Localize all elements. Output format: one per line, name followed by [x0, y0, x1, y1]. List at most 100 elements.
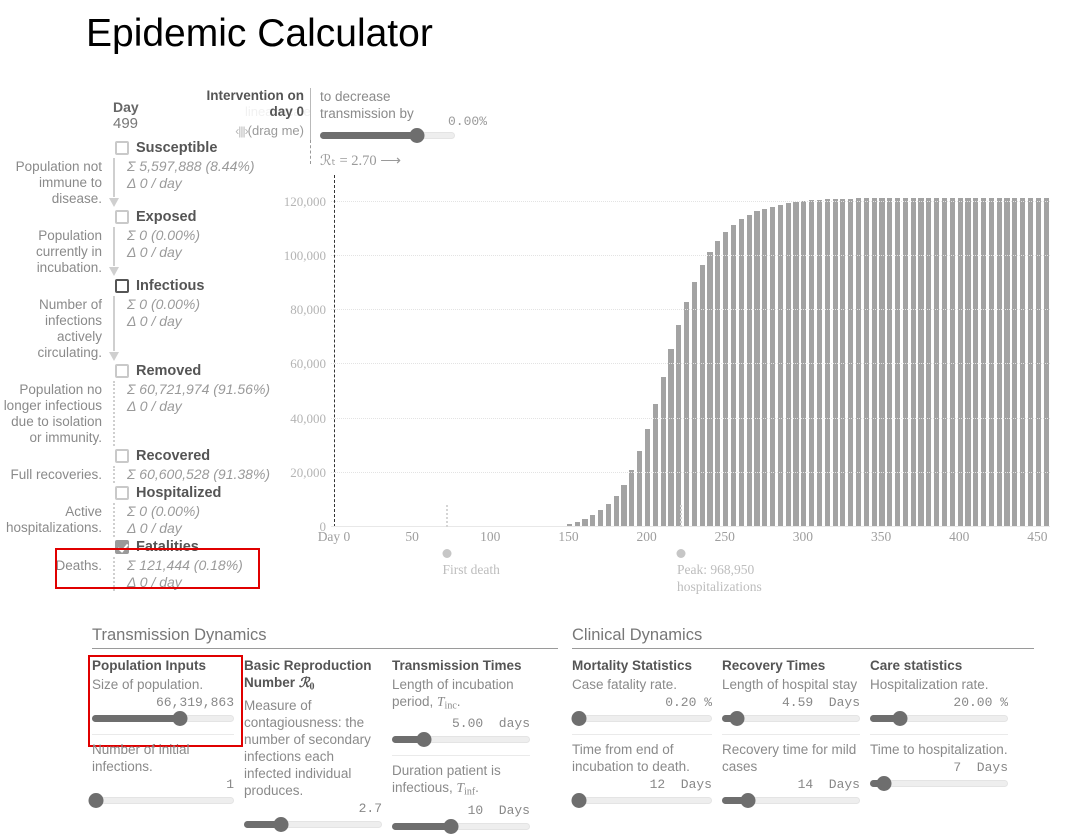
chart-bar — [715, 241, 721, 527]
chart-bar — [730, 225, 737, 527]
slider-knob[interactable] — [571, 711, 587, 726]
compartment-label: Infectious — [136, 278, 205, 294]
chart-bar — [723, 232, 729, 527]
first-death-marker-dot[interactable] — [442, 549, 452, 558]
slider-incubation-period[interactable] — [392, 732, 530, 748]
checkbox-icon[interactable] — [115, 486, 129, 500]
checkbox-icon[interactable] — [115, 210, 129, 224]
chart-x-tick-label: 300 — [792, 529, 814, 544]
intervention-drag-hint[interactable]: ‹|||›(drag me) — [190, 123, 304, 138]
param-value: 14 Days — [797, 777, 860, 792]
chart-bar — [746, 214, 752, 527]
chart-bar — [793, 202, 799, 527]
param-control-time-incubation-to-death: 12 Days — [571, 777, 712, 808]
slider-initial-infections[interactable] — [88, 793, 234, 808]
param-description: Time to hospitalization. — [870, 742, 1008, 757]
chart-bar — [785, 203, 791, 527]
param-divider — [392, 755, 530, 757]
param-divider — [572, 734, 712, 735]
chart-bar — [652, 403, 658, 527]
compartment-sum: Σ 0 (0.00%) — [127, 296, 200, 312]
chart-bar — [660, 376, 666, 527]
compartment-values: Σ 0 (0.00%) Δ 0 / day — [120, 296, 200, 361]
slider-time-to-hospitalization[interactable] — [870, 776, 1008, 791]
compartment-toggle-fatalities[interactable]: Fatalities — [115, 537, 280, 557]
param-control-hospital-stay-length: 4.59 Days — [722, 695, 860, 726]
compartment-values: Σ 0 (0.00%) Δ 0 / day — [120, 227, 200, 276]
r0-symbol: ℛ0 — [298, 675, 315, 693]
compartment-label: Hospitalized — [136, 485, 222, 501]
slider-knob[interactable] — [876, 776, 892, 791]
compartment-connector — [108, 557, 120, 591]
chart-x-tick-label: Day 0 — [317, 529, 351, 544]
drag-handle-icon[interactable]: ‹|||› — [235, 124, 248, 138]
compartment-toggle-recovered[interactable]: Recovered — [115, 446, 280, 466]
peak-marker-stem — [679, 505, 682, 527]
slider-knob[interactable] — [409, 128, 425, 143]
slider-knob[interactable] — [172, 711, 188, 726]
slider-track[interactable] — [92, 797, 234, 804]
compartment-detail: Population no longer infectious due to i… — [0, 381, 280, 446]
chart-bar — [605, 503, 612, 527]
chart-bar — [613, 495, 619, 527]
param-control-population-size: 66,319,863 — [92, 695, 234, 726]
chart-y-tick-label: 120,000 — [283, 193, 326, 209]
checkbox-icon[interactable] — [115, 279, 129, 293]
slider-r0-slider[interactable] — [244, 817, 382, 833]
param-group-care-statistics: Care statistics Hospitalization rate. 20.0… — [870, 657, 1018, 807]
slider-mild-case-recovery-time[interactable] — [722, 793, 860, 808]
slider-hospitalization-rate[interactable] — [870, 711, 1008, 726]
checkbox-icon[interactable] — [115, 364, 129, 378]
slider-case-fatality-rate[interactable] — [571, 711, 712, 726]
compartment-sum: Σ 121,444 (0.18%) — [127, 557, 243, 573]
slider-population-size[interactable] — [92, 711, 234, 726]
compartment-connector — [108, 158, 120, 207]
compartment-description: Deaths. — [55, 558, 102, 573]
intervention-divider-dashed — [310, 140, 311, 164]
compartment-exposed: Exposed Population currently in incubatio… — [0, 207, 280, 276]
slider-knob[interactable] — [88, 793, 104, 808]
checkbox-icon[interactable] — [115, 449, 129, 463]
compartment-delta: Δ 0 / day — [127, 574, 182, 590]
drag-hint-label: (drag me) — [247, 123, 304, 138]
t-inf-symbol: Tinf — [456, 780, 476, 798]
compartment-toggle-exposed[interactable]: Exposed — [115, 207, 280, 227]
slider-knob[interactable] — [443, 818, 459, 834]
slider-knob[interactable] — [892, 711, 908, 726]
param-value: 12 Days — [649, 777, 712, 792]
param-divider — [92, 734, 234, 735]
checkbox-icon[interactable] — [115, 540, 129, 554]
slider-knob[interactable] — [416, 732, 432, 748]
compartment-connector — [108, 381, 120, 446]
slider-time-incubation-to-death[interactable] — [571, 793, 712, 808]
param-value: 66,319,863 — [155, 695, 234, 710]
param-control-time-to-hospitalization: 7 Days — [870, 760, 1008, 791]
param-control-mild-case-recovery-time: 14 Days — [722, 777, 860, 808]
param-control-case-fatality-rate: 0.20 % — [571, 695, 712, 726]
param-group-basic-reproduction-number: Basic Reproduction Number ℛ0 Measure of co… — [244, 657, 392, 833]
transmission-reduction-slider[interactable] — [320, 128, 455, 143]
slider-knob[interactable] — [740, 793, 756, 808]
slider-knob[interactable] — [571, 793, 587, 808]
param-group-heading: Transmission Times — [392, 658, 522, 673]
t-inc-symbol: Tinc — [437, 694, 457, 712]
slider-knob[interactable] — [729, 711, 745, 726]
slider-infectious-duration[interactable] — [392, 818, 530, 834]
day-zero-marker-line — [334, 175, 335, 527]
compartment-toggle-hospitalized[interactable]: Hospitalized — [115, 483, 280, 503]
compartment-delta: Δ 0 / day — [127, 398, 182, 414]
slider-fill — [320, 132, 418, 139]
intervention-desc-line1: to decrease — [320, 89, 391, 104]
intervention-divider — [310, 88, 311, 140]
slider-knob[interactable] — [273, 817, 289, 833]
param-description: Recovery time for mild cases — [722, 742, 857, 774]
compartment-toggle-infectious[interactable]: Infectious — [115, 276, 280, 296]
peak-marker-dot[interactable] — [676, 549, 686, 558]
slider-hospital-stay-length[interactable] — [722, 711, 860, 726]
checkbox-icon[interactable] — [115, 141, 129, 155]
slider-track[interactable] — [572, 797, 712, 804]
compartment-detail: Full recoveries. Σ 60,600,528 (91.38%) — [0, 466, 280, 483]
param-control-r0-slider: 2.7 — [244, 801, 382, 833]
slider-track[interactable] — [572, 715, 712, 722]
compartment-toggle-removed[interactable]: Removed — [115, 361, 280, 381]
